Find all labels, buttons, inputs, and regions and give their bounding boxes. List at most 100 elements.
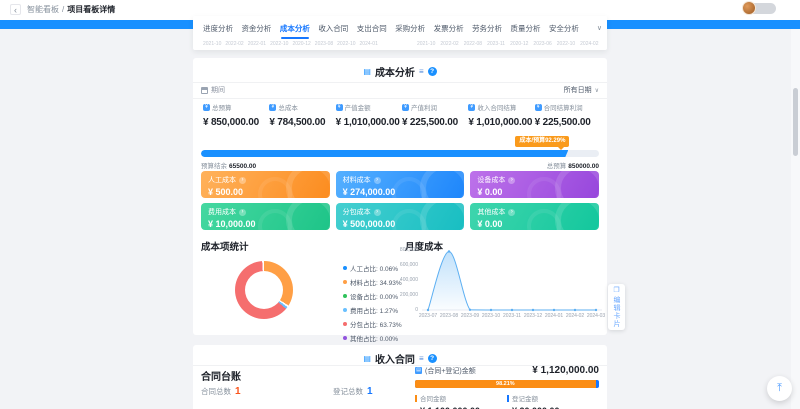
- x-axis-tick: 2023-09: [461, 313, 479, 319]
- mini-date: 2022-01: [248, 41, 266, 47]
- tile-expense-cost[interactable]: 费用成本›¥ 10,000.00: [201, 203, 330, 230]
- amount-row: ▤ (合同+登记)金额 ¥ 1,120,000.00: [415, 365, 599, 376]
- kpi-label: 产值金额: [345, 102, 371, 112]
- help-icon[interactable]: ?: [428, 67, 437, 76]
- drag-icon[interactable]: ≡: [419, 355, 424, 363]
- budget-bar-labels: 预算结余65500.00 总预算850000.00: [201, 160, 599, 170]
- kpi-value: ¥ 850,000.00: [203, 117, 259, 128]
- tab-funds[interactable]: 资金分析: [241, 20, 271, 39]
- tab-invoice[interactable]: 发票分析: [434, 20, 464, 39]
- amount-breakdown-item: 登记金额¥ 20,000.00: [507, 393, 599, 409]
- income-contract-card: ▤ 收入合同 ≡ ? 合同台账 合同总数1 登记总数1 ▤ (合同+登记)金额 …: [193, 345, 607, 409]
- kpi-row: ¥总预算¥ 850,000.00¥总成本¥ 784,500.00¥产值金额¥ 1…: [201, 102, 599, 128]
- scrollbar-thumb[interactable]: [793, 88, 798, 156]
- breakdown-label: 合同金额: [420, 393, 446, 403]
- tile-other-cost[interactable]: 其他成本›¥ 0.00: [470, 203, 599, 230]
- cost-analysis-card: ▤ 成本分析 ≡ ? 期间 所有日期 ∨ ¥总预算¥ 850,000.00¥总成…: [193, 58, 607, 335]
- tab-progress[interactable]: 进度分析: [203, 20, 233, 39]
- legend-text: 其他占比: 0.00%: [350, 333, 398, 343]
- breakdown-label: 登记金额: [512, 393, 538, 403]
- tab-income-contract[interactable]: 收入合同: [318, 20, 348, 39]
- arrow-right-icon: ›: [374, 177, 381, 184]
- tabs-overflow-chevron-icon[interactable]: ∨: [597, 24, 602, 32]
- tab-cost[interactable]: 成本分析: [280, 20, 310, 39]
- kpi-icon: ¥: [336, 104, 343, 111]
- amount-bar: 98.21%: [415, 380, 599, 388]
- edit-card-label: 编辑卡片: [612, 296, 621, 328]
- tile-subcontract-cost[interactable]: 分包成本›¥ 500,000.00: [336, 203, 465, 230]
- tabs-row: 进度分析资金分析成本分析收入合同支出合同采购分析发票分析劳务分析质量分析安全分析: [203, 20, 579, 39]
- tile-equipment-cost[interactable]: 设备成本› ¥ 0.00: [470, 171, 599, 198]
- amount-bar-fill: 98.21%: [415, 380, 596, 388]
- mini-date: 2020-12: [292, 41, 310, 47]
- data-point: [553, 309, 555, 311]
- mini-date: 2022-10: [270, 41, 288, 47]
- mini-date: 2020-12: [510, 41, 528, 47]
- kpi-item: ¥产值利润¥ 225,500.00: [400, 102, 466, 128]
- tile-labor-cost[interactable]: 人工成本›¥ 500.00: [201, 171, 330, 198]
- amount-breakdown-item: 合同金额¥ 1,100,000.00: [415, 393, 507, 409]
- tile-label: 分包成本: [343, 207, 371, 217]
- income-section-header: ▤ 收入合同 ≡ ?: [193, 351, 607, 366]
- y-axis-tick: 0: [398, 307, 418, 313]
- mini-date: 2022-02: [440, 41, 458, 47]
- x-axis-tick: 2023-08: [440, 313, 458, 319]
- legend-dot: [343, 280, 347, 284]
- edit-card-floater[interactable]: ❐ 编辑卡片: [608, 284, 625, 330]
- x-axis-tick: 2024-03: [587, 313, 605, 319]
- kpi-label: 产值利润: [411, 102, 437, 112]
- stat-label: 登记总数: [333, 386, 363, 397]
- contract-count-stat: 合同总数1: [201, 386, 241, 397]
- cost-budget-badge: 成本/预算92.29%: [515, 136, 569, 147]
- y-axis-tick: 400,000: [398, 277, 418, 283]
- cost-section-header: ▤ 成本分析 ≡ ?: [193, 64, 607, 79]
- data-point: [490, 309, 492, 311]
- legend-dot: [343, 322, 347, 326]
- stat-value: 1: [235, 386, 241, 397]
- stat-value: 1: [367, 386, 373, 397]
- income-section-title: 收入合同: [375, 351, 415, 366]
- amount-value: ¥ 1,120,000.00: [532, 365, 599, 376]
- kpi-value: ¥ 1,010,000.00: [336, 117, 400, 128]
- kpi-item: ¥总成本¥ 784,500.00: [267, 102, 333, 128]
- tile-value: ¥ 274,000.00: [343, 187, 458, 197]
- back-button[interactable]: ‹: [10, 4, 21, 15]
- tab-procurement[interactable]: 采购分析: [395, 20, 425, 39]
- kpi-value: ¥ 1,010,000.00: [468, 117, 532, 128]
- cost-tiles-grid: 人工成本›¥ 500.00材料成本›¥ 274,000.00设备成本›¥ 0.0…: [201, 171, 599, 230]
- tab-expense-contract[interactable]: 支出合同: [357, 20, 387, 39]
- tab-safety[interactable]: 安全分析: [549, 20, 579, 39]
- legend-item: 分包占比: 63.73%: [343, 319, 402, 329]
- breadcrumb-separator: /: [62, 4, 64, 15]
- tile-value: ¥ 0.00: [477, 187, 592, 197]
- arrow-right-icon: ›: [508, 177, 515, 184]
- avatar[interactable]: [742, 1, 756, 15]
- x-axis-tick: 2024-01: [545, 313, 563, 319]
- calendar-icon: [201, 87, 208, 94]
- tab-labor[interactable]: 劳务分析: [472, 20, 502, 39]
- mini-dates-right: 2021-102022-022022-082023-112020-122023-…: [417, 41, 599, 47]
- period-label: 期间: [211, 85, 225, 95]
- donut-chart-title: 成本项统计: [201, 239, 249, 253]
- tile-label: 费用成本: [208, 207, 236, 217]
- kpi-value: ¥ 225,500.00: [535, 117, 591, 128]
- drag-icon[interactable]: ≡: [419, 68, 424, 76]
- date-filter-dropdown[interactable]: 所有日期 ∨: [564, 85, 599, 95]
- tab-quality[interactable]: 质量分析: [511, 20, 541, 39]
- legend-dot: [343, 336, 347, 340]
- x-axis-tick: 2023-11: [503, 313, 521, 319]
- data-point: [511, 309, 513, 311]
- tile-label: 设备成本: [477, 175, 505, 185]
- divider: [193, 98, 607, 99]
- tile-label: 其他成本: [477, 207, 505, 217]
- x-axis-tick: 2023-07: [419, 313, 437, 319]
- arrow-right-icon: ›: [374, 209, 381, 216]
- kpi-item: ¥收入合同结算¥ 1,010,000.00: [466, 102, 532, 128]
- help-icon[interactable]: ?: [428, 354, 437, 363]
- breadcrumb-parent[interactable]: 智能看板: [27, 4, 59, 15]
- legend-dot: [343, 266, 347, 270]
- tile-material-cost[interactable]: 材料成本›¥ 274,000.00: [336, 171, 465, 198]
- back-to-top-button[interactable]: ⤒: [767, 376, 792, 401]
- legend-item: 人工占比: 0.06%: [343, 263, 402, 273]
- tile-label: 人工成本: [208, 175, 236, 185]
